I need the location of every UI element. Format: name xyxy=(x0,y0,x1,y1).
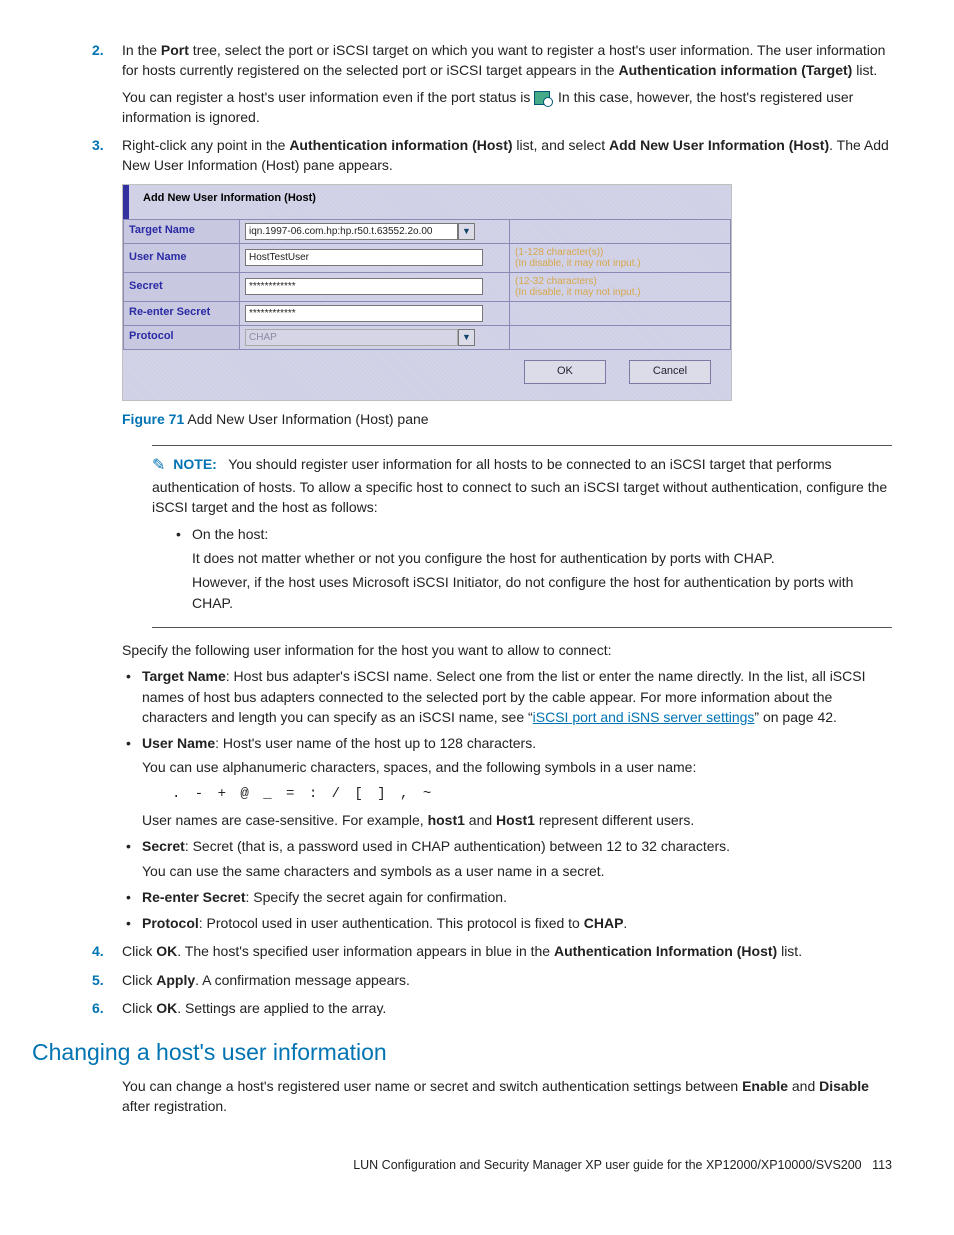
label-target: Target Name xyxy=(124,219,240,243)
bullet-reenter: Re-enter Secret: Specify the secret agai… xyxy=(122,887,892,907)
note-box: ✎ NOTE: You should register user informa… xyxy=(152,445,892,628)
text: You can register a host's user informati… xyxy=(122,89,534,105)
page-footer: LUN Configuration and Security Manager X… xyxy=(62,1156,892,1174)
term-apply: Apply xyxy=(156,972,195,988)
caption-text: Add New User Information (Host) pane xyxy=(184,411,428,427)
text: : Host's user name of the host up to 128… xyxy=(215,735,536,751)
text: : Protocol used in user authentication. … xyxy=(199,915,584,931)
text: It does not matter whether or not you co… xyxy=(192,548,892,568)
hint-user: (1-128 character(s)) (In disable, it may… xyxy=(510,243,731,272)
term-ok: OK xyxy=(156,943,177,959)
chevron-down-icon[interactable]: ▼ xyxy=(458,223,475,240)
page-number: 113 xyxy=(872,1158,892,1172)
text: In the xyxy=(122,42,161,58)
term: Protocol xyxy=(142,915,199,931)
text: You can change a host's registered user … xyxy=(122,1078,742,1094)
reenter-secret-input[interactable]: ************ xyxy=(245,305,483,322)
text: after registration. xyxy=(122,1098,227,1114)
example-host1-cap: Host1 xyxy=(496,812,535,828)
label-user: User Name xyxy=(124,243,240,272)
bullet-user: User Name: Host's user name of the host … xyxy=(122,733,892,830)
text: list. xyxy=(852,62,877,78)
dialog-titlebar: Add New User Information (Host) xyxy=(123,185,731,219)
secret-input[interactable]: ************ xyxy=(245,278,483,295)
step-number: 5. xyxy=(92,970,104,990)
label-reenter: Re-enter Secret xyxy=(124,301,240,325)
term: User Name xyxy=(142,735,215,751)
figure-caption: Figure 71 Add New User Information (Host… xyxy=(122,409,892,429)
note-icon: ✎ xyxy=(152,454,165,477)
step-number: 2. xyxy=(92,40,104,60)
term-auth-info-host: Authentication Information (Host) xyxy=(554,943,777,959)
text: list. xyxy=(777,943,802,959)
text: Click xyxy=(122,972,156,988)
step-number: 6. xyxy=(92,998,104,1018)
text: On the host: xyxy=(192,526,268,542)
text: Right-click any point in the xyxy=(122,137,289,153)
text: and xyxy=(465,812,496,828)
text: You can use the same characters and symb… xyxy=(142,861,892,881)
step-2: 2. In the Port tree, select the port or … xyxy=(92,40,892,127)
step-5: 5. Click Apply. A confirmation message a… xyxy=(92,970,892,990)
link-iscsi-settings[interactable]: iSCSI port and iSNS server settings xyxy=(533,709,755,725)
term-enable: Enable xyxy=(742,1078,788,1094)
text: : Specify the secret again for confirmat… xyxy=(246,889,507,905)
text: . xyxy=(623,915,627,931)
footer-text: LUN Configuration and Security Manager X… xyxy=(353,1158,861,1172)
cancel-button[interactable]: Cancel xyxy=(629,360,711,384)
term-disable: Disable xyxy=(819,1078,869,1094)
text: list, and select xyxy=(513,137,610,153)
bullet-target: Target Name: Host bus adapter's iSCSI na… xyxy=(122,666,892,727)
term: Secret xyxy=(142,838,185,854)
step-3: 3. Right-click any point in the Authenti… xyxy=(92,135,892,933)
section-heading: Changing a host's user information xyxy=(32,1036,892,1069)
term-auth-host: Authentication information (Host) xyxy=(289,137,512,153)
note-bullet: On the host: It does not matter whether … xyxy=(172,524,892,613)
bullet-secret: Secret: Secret (that is, a password used… xyxy=(122,836,892,881)
target-name-combo[interactable]: iqn.1997-06.com.hp:hp.r50.t.63552.2o.00 … xyxy=(245,223,475,240)
term-ok: OK xyxy=(156,1000,177,1016)
bullet-protocol: Protocol: Protocol used in user authenti… xyxy=(122,913,892,933)
caption-label: Figure 71 xyxy=(122,411,184,427)
user-name-input[interactable]: HostTestUser xyxy=(245,249,483,266)
term-chap: CHAP xyxy=(584,915,624,931)
step-number: 3. xyxy=(92,135,104,155)
label-protocol: Protocol xyxy=(124,325,240,349)
term-port: Port xyxy=(161,42,189,58)
text: Click xyxy=(122,943,156,959)
dialog-title: Add New User Information (Host) xyxy=(129,191,725,207)
ok-button[interactable]: OK xyxy=(524,360,606,384)
step-6: 6. Click OK. Settings are applied to the… xyxy=(92,998,892,1018)
specify-intro: Specify the following user information f… xyxy=(122,640,892,660)
hint-secret: (12-32 characters) (In disable, it may n… xyxy=(510,272,731,301)
text: ” on page 42. xyxy=(754,709,837,725)
symbol-list: . - + @ _ = : / [ ] , ~ xyxy=(172,784,892,804)
term-auth-target: Authentication information (Target) xyxy=(618,62,852,78)
text: User names are case-sensitive. For examp… xyxy=(142,812,428,828)
text: However, if the host uses Microsoft iSCS… xyxy=(192,572,892,613)
figure-dialog: Add New User Information (Host) Target N… xyxy=(122,184,732,401)
text: . The host's specified user information … xyxy=(177,943,554,959)
example-host1: host1 xyxy=(428,812,465,828)
term: Re-enter Secret xyxy=(142,889,246,905)
port-status-icon xyxy=(534,91,550,105)
text: . Settings are applied to the array. xyxy=(177,1000,386,1016)
term-add-new: Add New User Information (Host) xyxy=(609,137,829,153)
protocol-combo: CHAP ▼ xyxy=(245,329,475,346)
step-4: 4. Click OK. The host's specified user i… xyxy=(92,941,892,961)
protocol-value: CHAP xyxy=(245,329,458,346)
text: . A confirmation message appears. xyxy=(195,972,410,988)
text: Click xyxy=(122,1000,156,1016)
text: : Secret (that is, a password used in CH… xyxy=(185,838,730,854)
chevron-down-icon: ▼ xyxy=(458,329,475,346)
step-number: 4. xyxy=(92,941,104,961)
term: Target Name xyxy=(142,668,226,684)
note-label: NOTE: xyxy=(173,456,217,472)
label-secret: Secret xyxy=(124,272,240,301)
text: You can use alphanumeric characters, spa… xyxy=(142,757,892,777)
text: and xyxy=(788,1078,819,1094)
note-body: You should register user information for… xyxy=(152,456,887,515)
target-name-value[interactable]: iqn.1997-06.com.hp:hp.r50.t.63552.2o.00 xyxy=(245,223,458,240)
text: represent different users. xyxy=(535,812,694,828)
